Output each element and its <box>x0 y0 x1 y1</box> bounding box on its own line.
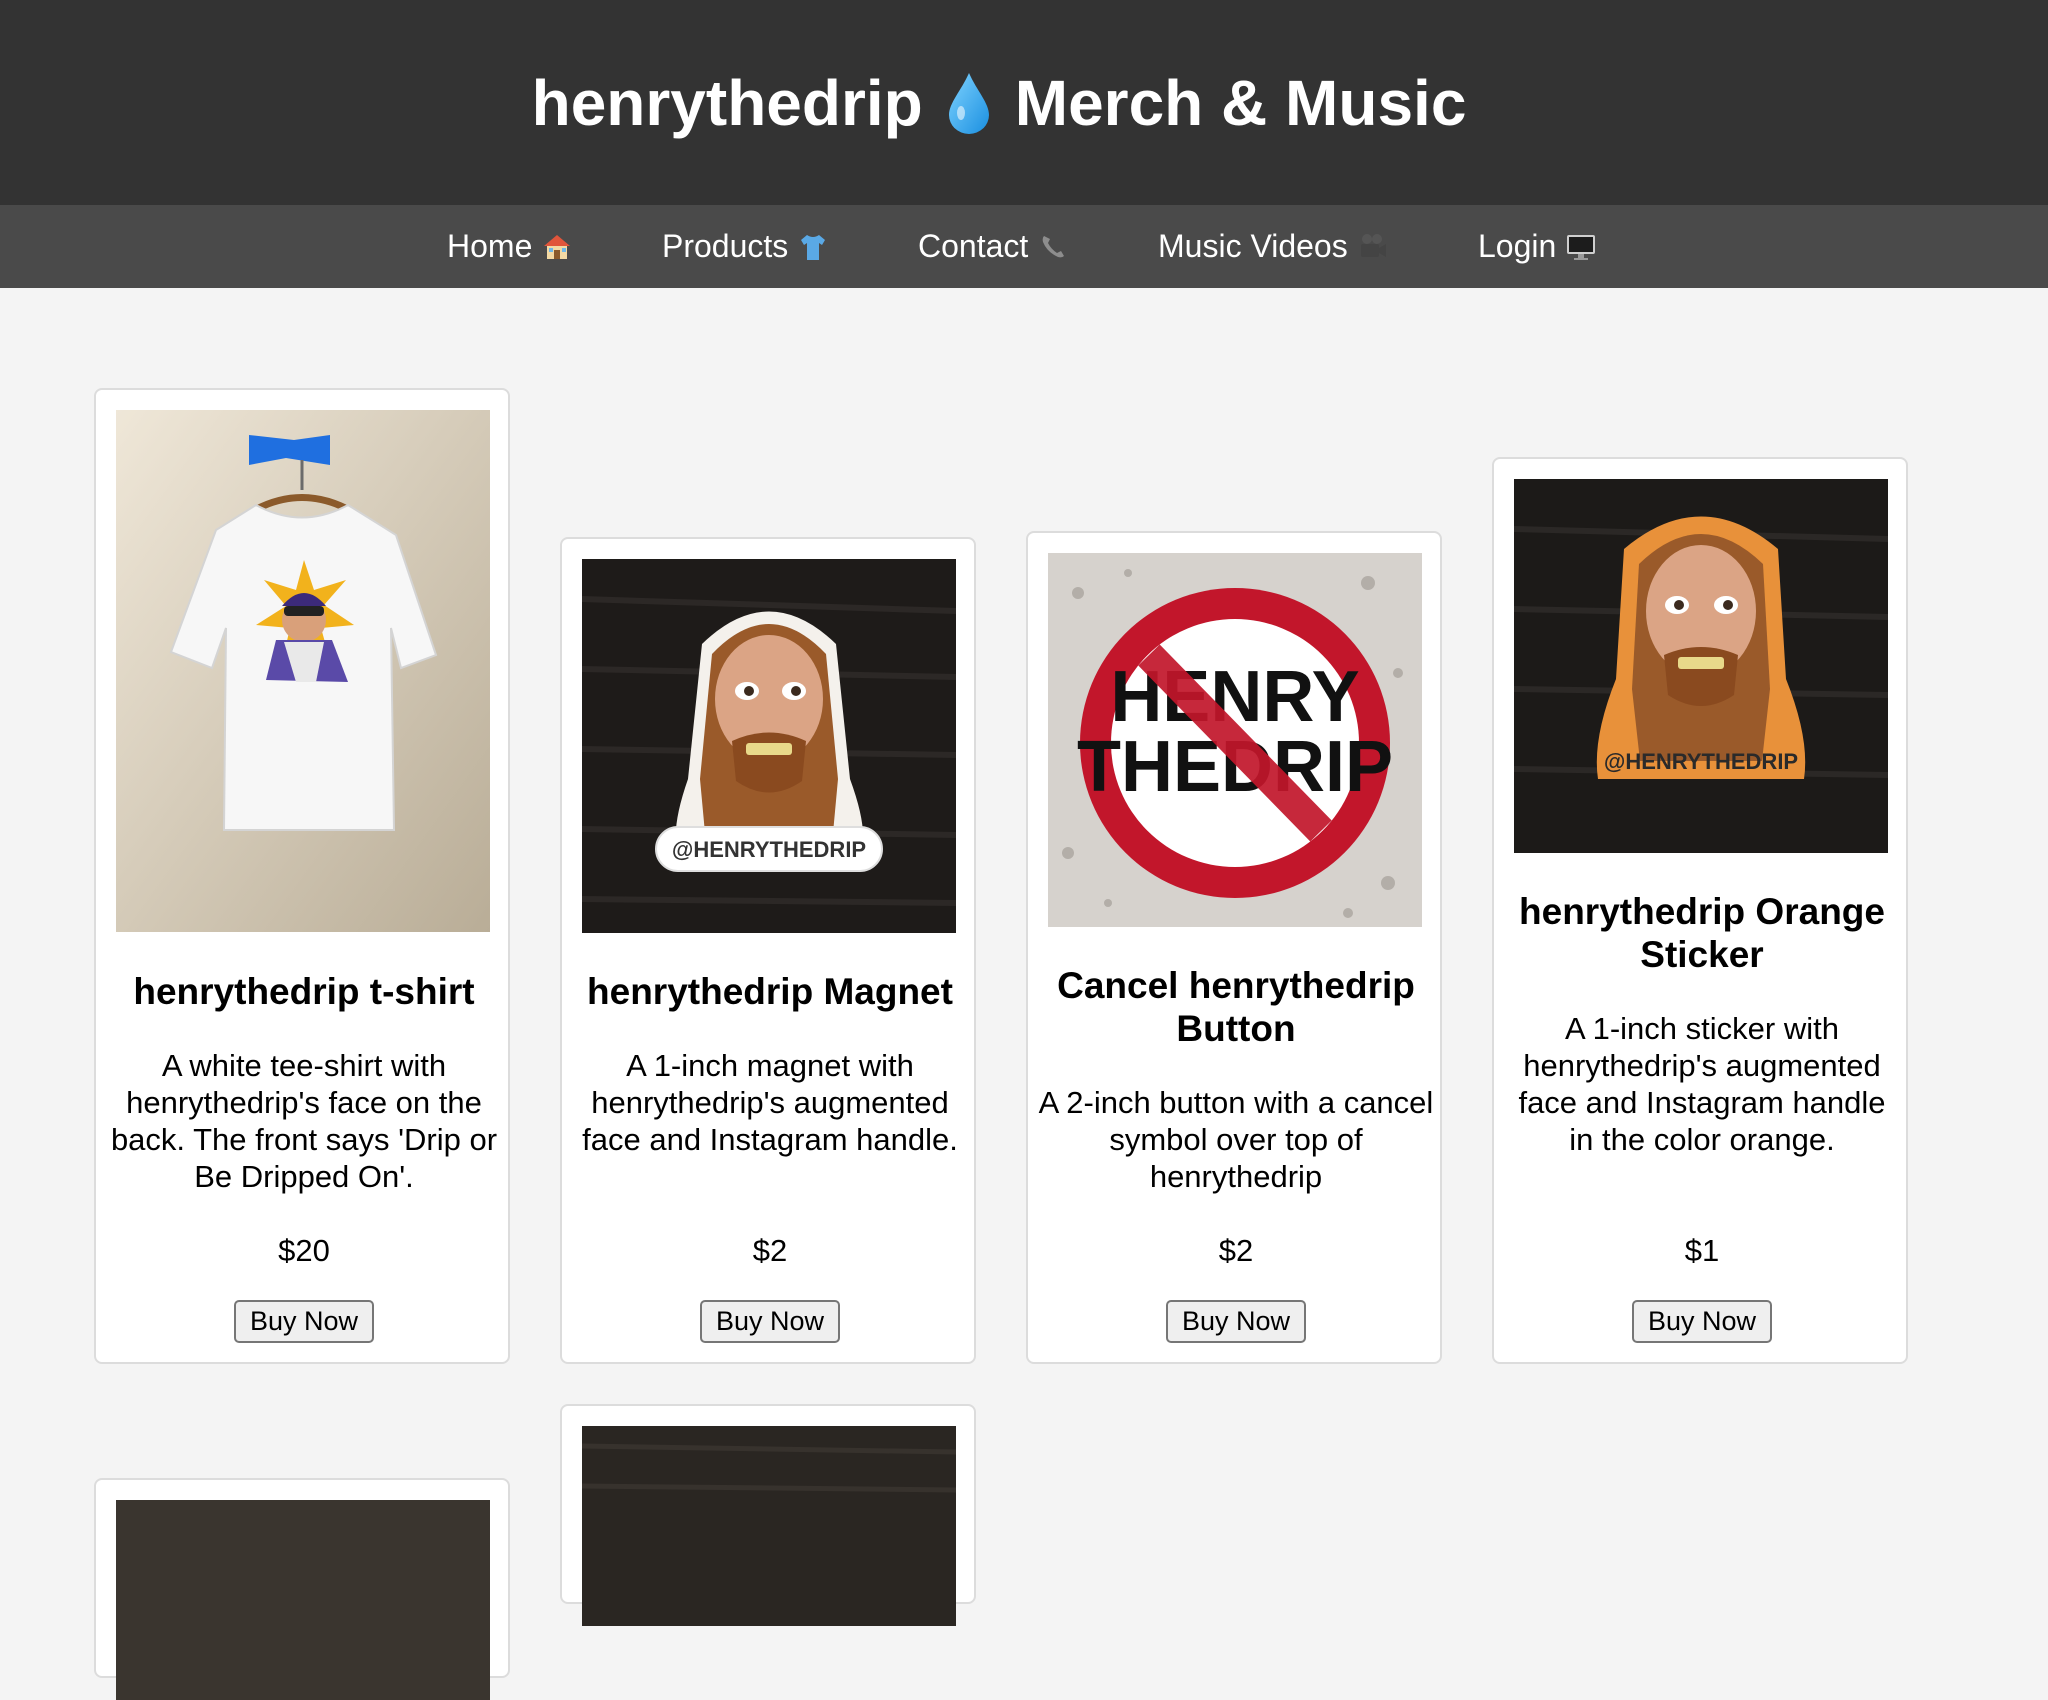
product-image <box>582 1426 956 1626</box>
house-icon <box>544 234 571 259</box>
product-price: $2 <box>1218 1233 1254 1268</box>
magnet-handle-text: @HENRYTHEDRIP <box>672 837 866 862</box>
product-card: henrythedrip t-shirt A white tee-shirt w… <box>94 388 510 1364</box>
main-nav: Home Products Contact Music Videos Login <box>0 205 2048 288</box>
product-title: henrythedrip Magnet <box>587 971 953 1012</box>
product-card: @HENRYTHEDRIP henrythedrip Magnet A 1-in… <box>560 537 976 1364</box>
nav-item-label: Login <box>1478 228 1557 264</box>
product-card <box>94 1478 510 1700</box>
product-price: $1 <box>1684 1233 1720 1268</box>
wood-texture <box>582 1443 956 1493</box>
buy-now-button[interactable]: Buy Now <box>700 1300 840 1343</box>
nav-item-contact[interactable]: Contact <box>918 205 1068 288</box>
product-card: @HENRYTHEDRIP henrythedrip Orange Sticke… <box>1492 457 1908 1364</box>
buy-now-button[interactable]: Buy Now <box>234 1300 374 1343</box>
computer-icon <box>1567 234 1596 260</box>
film-camera-icon <box>1360 233 1386 257</box>
droplet-icon <box>948 72 989 134</box>
product-card <box>560 1404 976 1626</box>
site-subtitle: Merch & Music <box>1014 66 1467 139</box>
site-title-text: henrythedrip <box>531 66 923 139</box>
nav-item-label: Products <box>662 228 789 264</box>
product-title: Cancel henrythedrip Button <box>1057 965 1415 1049</box>
product-card: HENRY THEDRIP Cancel henrythedrip Button… <box>1026 531 1442 1364</box>
nav-item-music-videos[interactable]: Music Videos <box>1158 205 1388 288</box>
nav-item-label: Music Videos <box>1158 228 1348 264</box>
product-image <box>116 1500 490 1700</box>
product-description: A 2-inch button with a cancel symbol ove… <box>1038 1085 1434 1194</box>
nav-item-login[interactable]: Login <box>1478 205 1596 288</box>
product-image <box>116 410 490 932</box>
site-header: henrythedrip Merch & Music <box>0 0 2048 205</box>
product-title: henrythedrip Orange Sticker <box>1519 891 1885 975</box>
tshirt-photo <box>116 410 490 932</box>
product-title: henrythedrip t-shirt <box>133 971 475 1012</box>
nav-item-label: Contact <box>918 228 1029 264</box>
nav-item-products[interactable]: Products <box>662 205 828 288</box>
buy-now-button[interactable]: Buy Now <box>1166 1300 1306 1343</box>
nav-item-home[interactable]: Home <box>447 205 572 288</box>
tshirt-icon <box>801 234 826 260</box>
button-photo: HENRY THEDRIP <box>1048 553 1422 927</box>
product-image: HENRY THEDRIP <box>1048 553 1422 927</box>
product-price: $2 <box>752 1233 788 1268</box>
buy-now-button[interactable]: Buy Now <box>1632 1300 1772 1343</box>
product-price: $20 <box>278 1233 330 1268</box>
magnet-photo: @HENRYTHEDRIP <box>582 559 956 933</box>
product-image: @HENRYTHEDRIP <box>582 559 956 933</box>
product-description: A 1-inch magnet with henrythedrip's augm… <box>582 1048 958 1157</box>
sticker-photo: @HENRYTHEDRIP <box>1514 479 1888 853</box>
nav-item-label: Home <box>447 228 533 264</box>
site-title: henrythedrip Merch & Music <box>532 66 1467 140</box>
sticker-handle-text: @HENRYTHEDRIP <box>1604 749 1798 774</box>
product-description: A 1-inch sticker with henrythedrip's aug… <box>1518 1011 1886 1157</box>
product-image: @HENRYTHEDRIP <box>1514 479 1888 853</box>
telephone-icon <box>1042 235 1065 257</box>
product-description: A white tee-shirt with henrythedrip's fa… <box>110 1048 498 1194</box>
